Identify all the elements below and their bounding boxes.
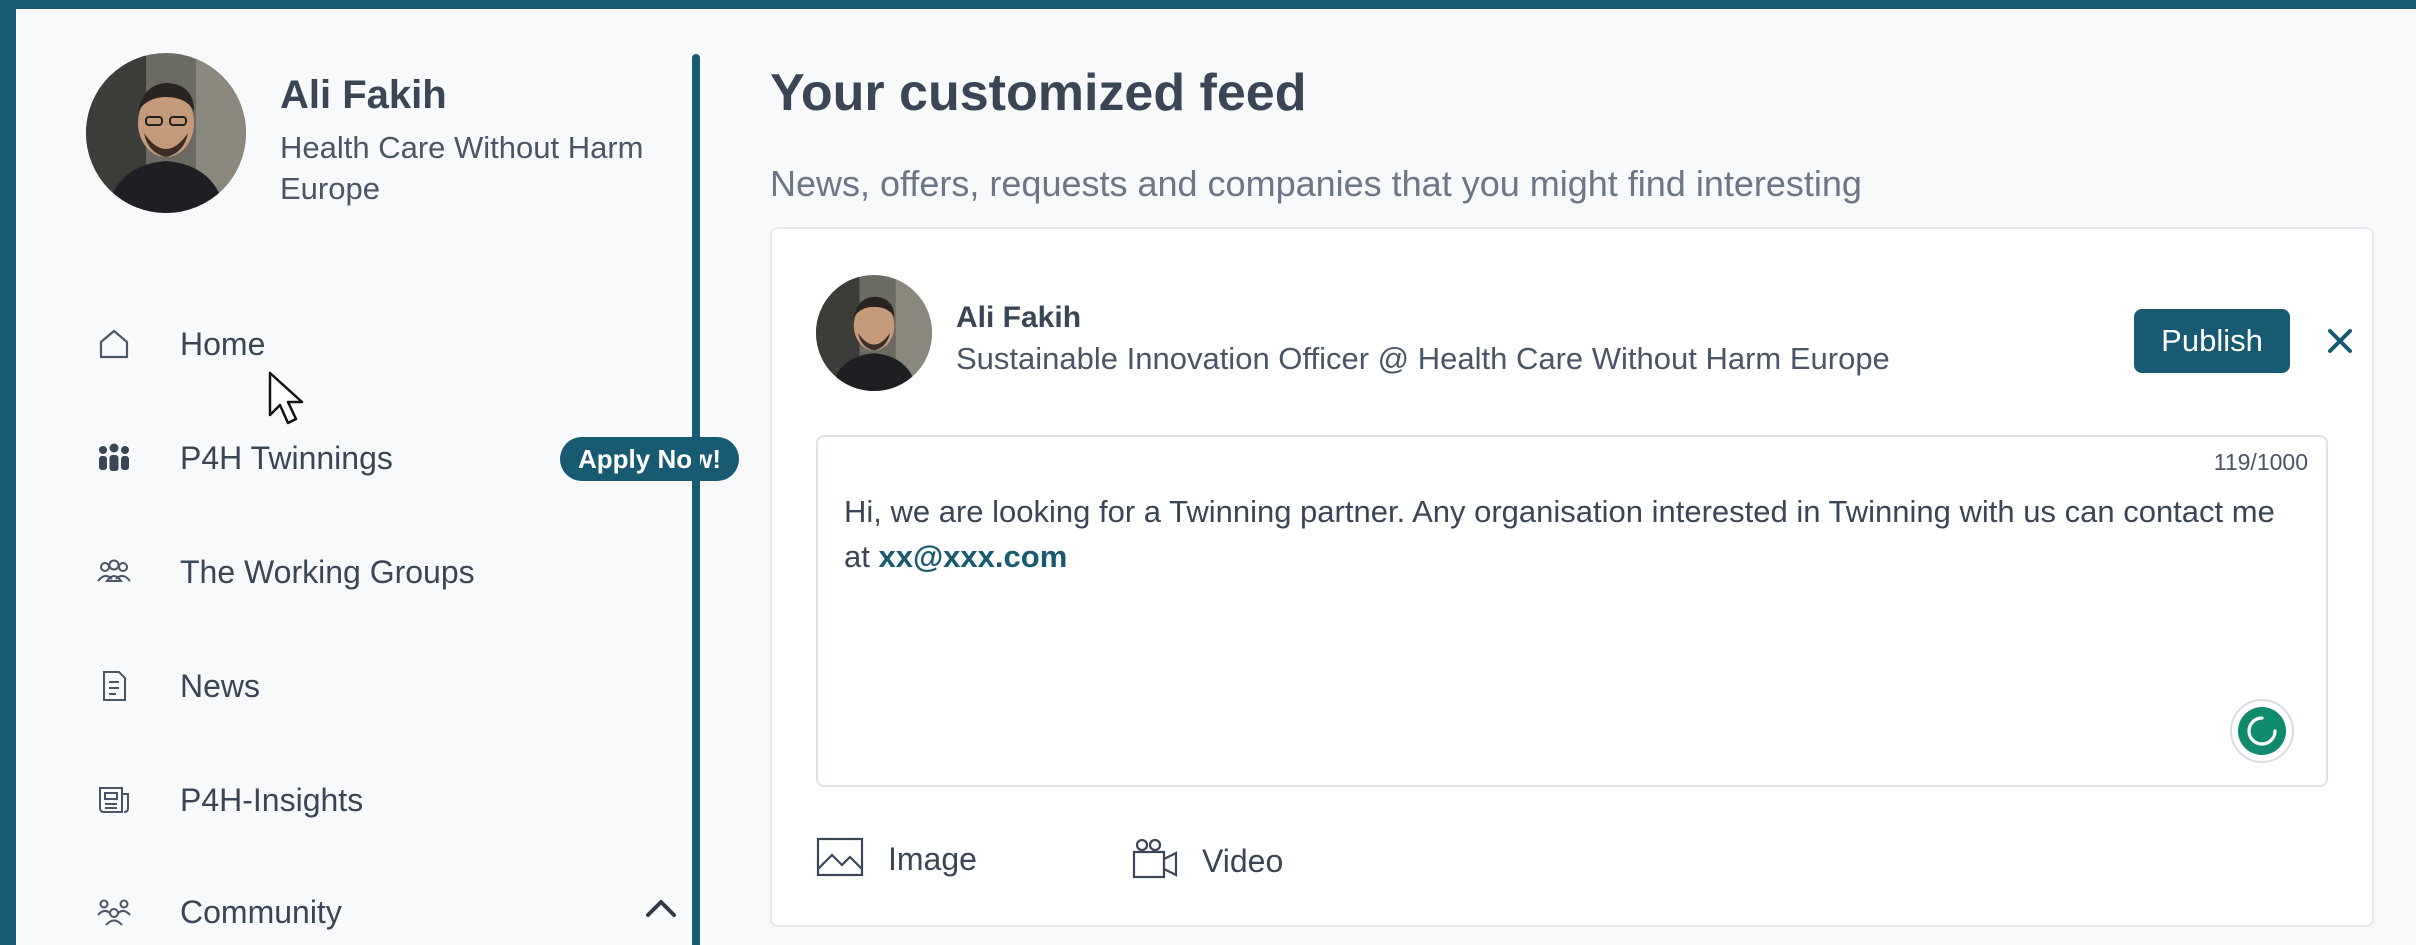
character-count: 119/1000 [2213,449,2308,475]
newspaper-icon [94,780,134,820]
video-camera-icon [1130,837,1178,886]
close-icon[interactable] [2320,321,2360,361]
profile-organization: Health Care Without Harm Europe [280,130,644,206]
author-avatar [816,275,932,391]
sidebar: Ali Fakih Health Care Without Harm Europ… [16,9,739,945]
sidebar-divider [692,54,700,945]
profile-name: Ali Fakih [280,73,447,117]
nav-item-community[interactable]: Community [94,877,684,945]
people-group-icon [94,438,134,478]
nav-item-p4h-twinnings[interactable]: P4H Twinnings Apply Now! [94,423,739,493]
nav-item-p4h-insights[interactable]: P4H-Insights [94,765,684,835]
nav-item-label: P4H-Insights [180,781,364,818]
nav-item-label: Community [180,893,342,930]
profile-avatar[interactable] [86,53,246,213]
app-frame: Ali Fakih Health Care Without Harm Europ… [16,9,2416,945]
nav-item-label: News [180,667,261,704]
email-link[interactable]: xx@xxx.com [878,539,1067,574]
page-subtitle: News, offers, requests and companies tha… [770,163,1862,204]
post-composer-card: Ali Fakih Sustainable Innovation Officer… [770,227,2374,927]
users-icon [94,552,134,592]
community-icon [94,892,134,932]
author-role: Sustainable Innovation Officer @ Health … [956,341,1890,376]
nav-item-working-groups[interactable]: The Working Groups [94,537,684,607]
mouse-cursor-icon [268,371,308,432]
nav-item-label: The Working Groups [180,553,475,590]
publish-button[interactable]: Publish [2134,309,2290,373]
video-label: Video [1202,843,1284,879]
document-icon [94,666,134,706]
apply-now-badge[interactable]: Apply Now! [560,437,739,481]
nav-item-label: P4H Twinnings [180,439,393,476]
grammar-assistant-icon[interactable] [2230,699,2294,763]
chevron-up-icon[interactable] [644,895,678,924]
author-name: Ali Fakih [956,301,1082,334]
post-text-editor[interactable]: 119/1000 Hi, we are looking for a Twinni… [816,435,2328,787]
nav-item-label: Home [180,325,266,362]
post-text[interactable]: Hi, we are looking for a Twinning partne… [844,489,2284,579]
image-label: Image [888,841,977,877]
image-icon [816,837,864,882]
add-video-button[interactable]: Video [1130,837,1283,886]
page-title: Your customized feed [770,64,1307,122]
add-image-button[interactable]: Image [816,837,977,882]
nav-item-home[interactable]: Home [94,309,684,379]
nav-item-news[interactable]: News [94,651,684,721]
home-icon [94,324,134,364]
